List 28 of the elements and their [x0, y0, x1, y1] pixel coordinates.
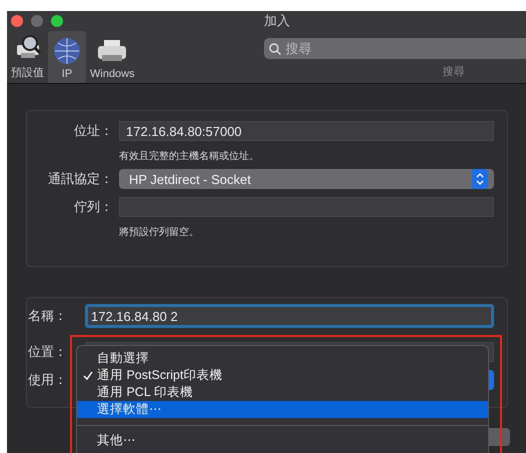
name-field[interactable]: 172.16.84.80 2	[85, 304, 494, 328]
zoom-button[interactable]	[51, 15, 63, 27]
menu-item[interactable]: 通用 PostScript印表機	[77, 367, 488, 384]
address-field[interactable]: 172.16.84.80:57000	[119, 121, 494, 141]
queue-label: 佇列：	[73, 198, 113, 216]
menu-item[interactable]: 選擇軟體⋯	[77, 401, 488, 418]
protocol-popup[interactable]: HP Jetdirect - Socket	[119, 169, 494, 189]
search-label: 搜尋	[442, 65, 466, 79]
menu-item[interactable]: 通用 PCL 印表機	[77, 384, 488, 401]
toolbar-tab[interactable]: IP	[48, 31, 86, 83]
menu-item[interactable]: 其他⋯	[77, 432, 488, 449]
address-label: 位址：	[73, 122, 113, 140]
close-button[interactable]	[11, 15, 23, 27]
address-hint: 有效且完整的主機名稱或位址。	[119, 150, 260, 163]
window-title: 加入	[264, 12, 290, 30]
globe-icon	[52, 36, 82, 66]
toolbar-tab[interactable]: Windows	[86, 31, 139, 83]
queue-hint: 將預設佇列留空。	[119, 226, 200, 239]
minimize-button[interactable]	[31, 15, 43, 27]
queue-field[interactable]	[119, 197, 494, 217]
menu-item[interactable]: 自動選擇	[77, 350, 488, 367]
stepper-icon	[472, 169, 488, 189]
location-label: 位置：	[27, 343, 67, 361]
search-field[interactable]: 搜尋	[264, 38, 526, 59]
name-label: 名稱：	[27, 307, 67, 325]
toolbar-tab[interactable]: 預設值	[7, 31, 48, 83]
protocol-label: 通訊協定：	[47, 170, 113, 188]
use-label: 使用：	[27, 371, 67, 389]
